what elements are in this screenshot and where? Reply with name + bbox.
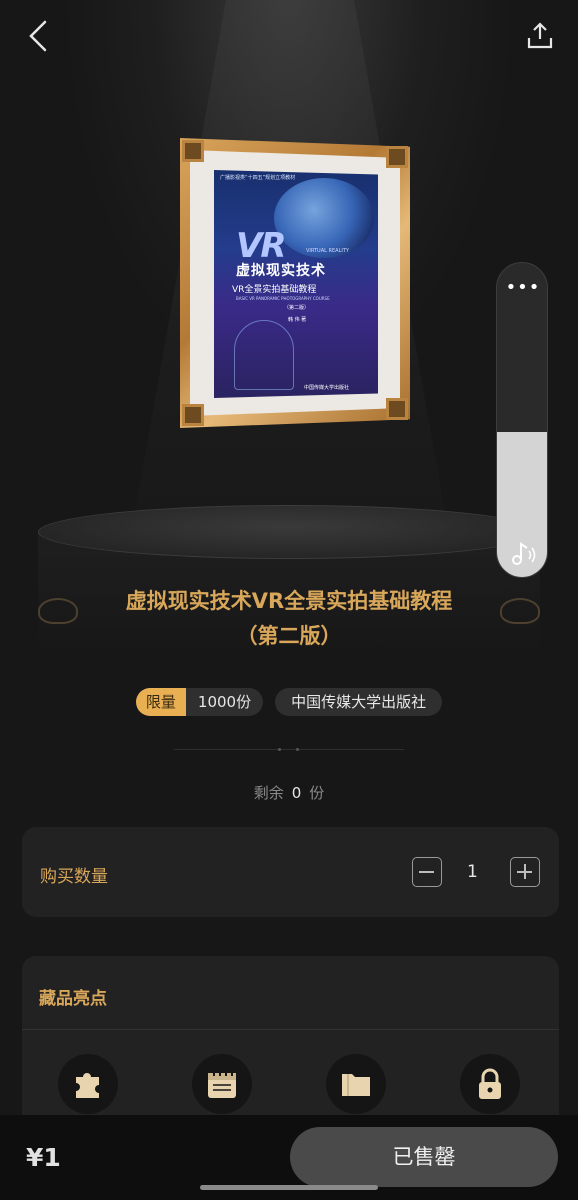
limit-tag: 限量 1000份 bbox=[135, 688, 264, 716]
highlights-title: 藏品亮点 bbox=[39, 989, 107, 1009]
music-note-icon[interactable] bbox=[509, 539, 537, 567]
limit-tag-key: 限量 bbox=[135, 688, 186, 716]
book-cover: 广播影视类“十四五”规划立项教材 VR VIRTUAL REALITY 虚拟现实… bbox=[214, 170, 378, 398]
highlight-item[interactable] bbox=[192, 1054, 252, 1114]
cover-subtitle: VR全景实拍基础教程 bbox=[232, 285, 317, 295]
vr-figure-illustration bbox=[234, 320, 294, 390]
back-button[interactable] bbox=[16, 14, 60, 58]
quantity-value: 1 bbox=[467, 862, 478, 882]
cover-title: 虚拟现实技术 bbox=[236, 263, 326, 279]
quantity-label: 购买数量 bbox=[40, 867, 108, 887]
puzzle-icon bbox=[76, 1073, 99, 1098]
publisher-tag: 中国传媒大学出版社 bbox=[275, 688, 443, 716]
stock-prefix: 剩余 bbox=[253, 784, 284, 802]
divider bbox=[174, 748, 404, 751]
stock-unit: 份 bbox=[309, 784, 325, 802]
increase-quantity-button[interactable] bbox=[510, 857, 540, 887]
cover-author: 韩 伟 著 bbox=[288, 317, 307, 323]
product-title: 虚拟现实技术VR全景实拍基础教程 bbox=[125, 589, 453, 613]
folder-icon bbox=[342, 1074, 370, 1096]
frame-corner bbox=[182, 140, 204, 162]
limit-tag-value: 1000份 bbox=[197, 693, 252, 711]
price: ¥1 bbox=[26, 1143, 61, 1172]
decrease-quantity-button[interactable] bbox=[412, 857, 442, 887]
stock-remaining: 剩余 0 份 bbox=[0, 782, 578, 803]
quantity-card: 购买数量 1 bbox=[22, 827, 559, 917]
frame-corner bbox=[386, 146, 408, 168]
cover-series: 广播影视类“十四五”规划立项教材 bbox=[220, 175, 296, 181]
cover-publisher: 中国传媒大学出版社 bbox=[304, 385, 350, 391]
planet-illustration bbox=[274, 178, 374, 258]
sold-out-button[interactable]: 已售罄 bbox=[290, 1127, 558, 1187]
share-button[interactable] bbox=[518, 14, 562, 58]
stock-count: 0 bbox=[291, 784, 302, 802]
highlight-item[interactable] bbox=[58, 1054, 118, 1114]
home-indicator[interactable] bbox=[200, 1185, 378, 1190]
tag-row: 限量 1000份 中国传媒大学出版社 bbox=[0, 688, 578, 716]
bottom-bar: ¥1 已售罄 bbox=[0, 1115, 578, 1200]
side-control-panel[interactable]: ••• bbox=[496, 262, 548, 578]
frame-corner bbox=[182, 404, 204, 426]
frame-corner bbox=[386, 398, 408, 420]
highlight-item[interactable] bbox=[460, 1054, 520, 1114]
cover-english: BASIC VR PANORAMIC PHOTOGRAPHY COURSE bbox=[236, 296, 330, 301]
share-upload-icon bbox=[527, 22, 553, 49]
more-options-button[interactable]: ••• bbox=[497, 277, 547, 298]
pedestal-top bbox=[38, 505, 540, 559]
artwork-frame[interactable]: 广播影视类“十四五”规划立项教材 VR VIRTUAL REALITY 虚拟现实… bbox=[180, 138, 410, 428]
cover-edition: （第二版） bbox=[284, 305, 310, 311]
product-title-edition: （第二版） bbox=[236, 624, 342, 648]
highlight-item[interactable] bbox=[326, 1054, 386, 1114]
chevron-left-icon bbox=[29, 20, 47, 52]
calendar-icon bbox=[208, 1070, 236, 1098]
divider bbox=[22, 1029, 559, 1030]
lock-icon bbox=[479, 1068, 501, 1099]
cover-vr-sub: VIRTUAL REALITY bbox=[306, 248, 349, 254]
